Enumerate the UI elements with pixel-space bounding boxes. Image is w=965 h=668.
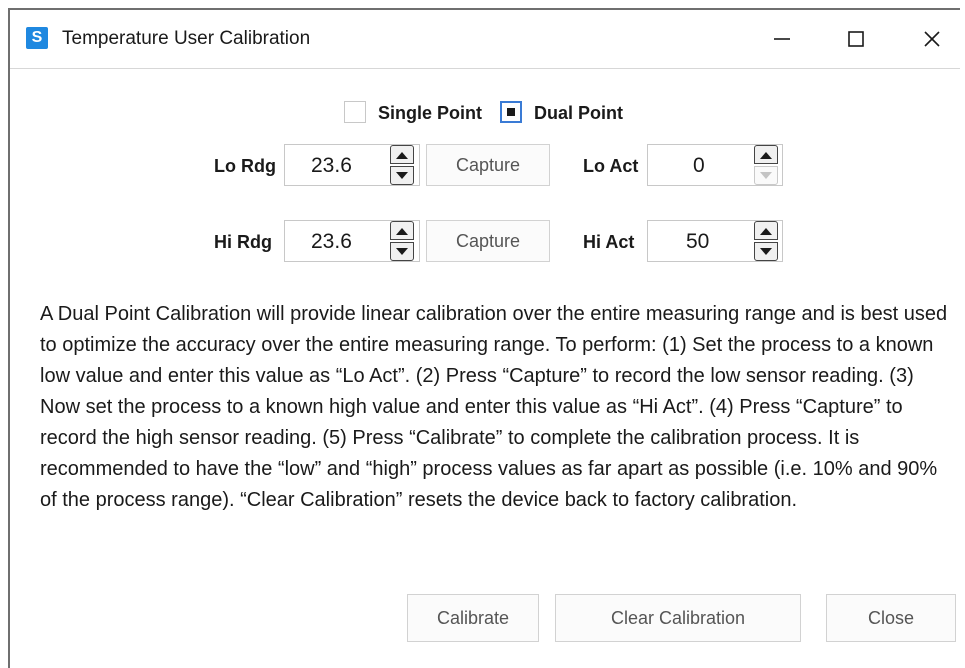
hi-act-label: Hi Act (583, 232, 635, 252)
hi-act-decrement-button[interactable] (754, 242, 778, 261)
lo-capture-button[interactable]: Capture (426, 144, 550, 186)
hi-act-value: 50 (686, 230, 710, 253)
lo-rdg-label: Lo Rdg (214, 156, 276, 176)
hi-capture-button[interactable]: Capture (426, 220, 550, 262)
minimize-icon (774, 38, 790, 40)
calibration-dialog: S Temperature User Calibration Single Po… (8, 8, 960, 668)
app-logo-icon: S (26, 27, 48, 49)
dual-point-checkbox[interactable] (500, 101, 522, 123)
calibrate-button[interactable]: Calibrate (407, 594, 539, 642)
hi-rdg-decrement-button[interactable] (390, 242, 414, 261)
lo-rdg-increment-button[interactable] (390, 145, 414, 164)
lo-rdg-input[interactable]: 23.6 (284, 144, 420, 186)
hi-rdg-label: Hi Rdg (214, 232, 272, 252)
window-title: Temperature User Calibration (62, 28, 311, 49)
chevron-up-icon (396, 151, 408, 159)
chevron-up-icon (760, 227, 772, 235)
hi-act-increment-button[interactable] (754, 221, 778, 240)
chevron-down-icon (760, 247, 772, 255)
close-button[interactable]: Close (826, 594, 956, 642)
hi-rdg-spinner (390, 221, 414, 261)
checkbox-check-mark (507, 108, 515, 116)
hi-act-input[interactable]: 50 (647, 220, 783, 262)
chevron-up-icon (396, 227, 408, 235)
title-bar: S Temperature User Calibration (10, 10, 960, 69)
lo-act-decrement-button[interactable] (754, 166, 778, 185)
lo-act-spinner (754, 145, 778, 185)
hi-act-spinner (754, 221, 778, 261)
lo-act-value: 0 (693, 154, 705, 177)
hi-rdg-value: 23.6 (311, 230, 352, 253)
clear-calibration-button[interactable]: Clear Calibration (555, 594, 801, 642)
maximize-button[interactable] (833, 16, 879, 62)
chevron-down-icon (396, 247, 408, 255)
close-icon (924, 31, 940, 47)
lo-rdg-decrement-button[interactable] (390, 166, 414, 185)
lo-act-label: Lo Act (583, 156, 639, 176)
chevron-up-icon (760, 151, 772, 159)
lo-act-input[interactable]: 0 (647, 144, 783, 186)
hi-rdg-input[interactable]: 23.6 (284, 220, 420, 262)
close-window-button[interactable] (909, 16, 955, 62)
chevron-down-icon (760, 171, 772, 179)
calibration-instructions: A Dual Point Calibration will provide li… (40, 303, 948, 511)
minimize-button[interactable] (759, 16, 805, 62)
single-point-label[interactable]: Single Point (378, 103, 482, 124)
maximize-icon (848, 31, 864, 47)
lo-act-increment-button[interactable] (754, 145, 778, 164)
hi-rdg-increment-button[interactable] (390, 221, 414, 240)
lo-rdg-value: 23.6 (311, 154, 352, 177)
dual-point-label[interactable]: Dual Point (534, 103, 623, 124)
single-point-checkbox[interactable] (344, 101, 366, 123)
chevron-down-icon (396, 171, 408, 179)
lo-rdg-spinner (390, 145, 414, 185)
